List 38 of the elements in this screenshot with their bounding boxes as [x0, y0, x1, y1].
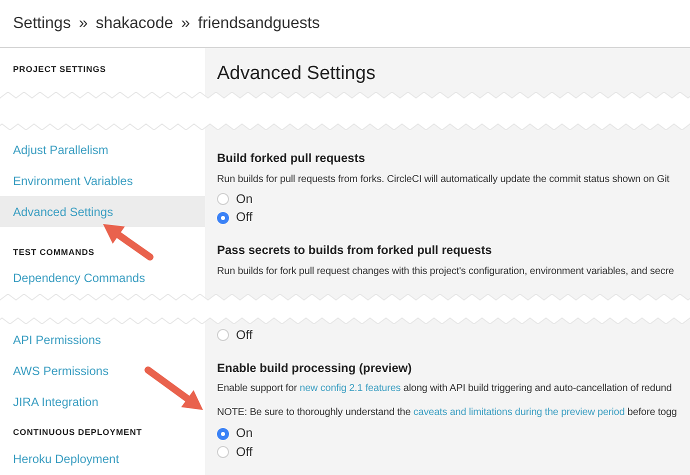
- radio-button[interactable]: [217, 329, 229, 342]
- option-label: On: [236, 190, 253, 208]
- breadcrumb-link[interactable]: shakacode: [96, 12, 174, 36]
- sidebar-item[interactable]: Dependency Commands: [0, 262, 205, 293]
- sidebar-item[interactable]: Advanced Settings: [0, 196, 205, 227]
- setting-title: Enable build processing (preview): [217, 360, 413, 376]
- radio-button[interactable]: [217, 446, 229, 458]
- sidebar-item[interactable]: Heroku Deployment: [0, 443, 205, 474]
- page-title: Advanced Settings: [217, 62, 376, 86]
- annotation-arrow: [103, 224, 154, 260]
- sidebar-item[interactable]: Environment Variables: [0, 165, 205, 196]
- option-label: Off: [236, 209, 252, 226]
- breadcrumb-separator: »: [78, 14, 88, 34]
- option-label: On: [236, 425, 253, 442]
- breadcrumb-separator: »: [181, 14, 190, 34]
- option-label: Off: [236, 326, 252, 344]
- setting-title: Build forked pull requests: [217, 150, 366, 167]
- sidebar-heading: TEST COMMANDS: [12, 246, 96, 259]
- setting-description: Enable support for new config 2.1 features along with API build triggering and auto-cancellation of redund: [217, 382, 673, 396]
- breadcrumb-link[interactable]: Settings: [13, 12, 71, 36]
- sidebar-heading: PROJECT SETTINGS: [12, 62, 108, 76]
- setting-description: Run builds for pull requests from forks. CircleCI will automatically update the commit status shown on Git: [217, 172, 670, 186]
- sidebar-item[interactable]: API Permissions: [0, 324, 205, 355]
- option-label: Off: [236, 444, 252, 461]
- sidebar-item[interactable]: Adjust Parallelism: [0, 134, 205, 165]
- radio-button[interactable]: [217, 193, 229, 206]
- sidebar-heading: CONTINUOUS DEPLOYMENT: [12, 426, 144, 439]
- radio-button[interactable]: [217, 428, 229, 440]
- inline-link[interactable]: new config 2.1 features: [300, 383, 401, 394]
- setting-title: Pass secrets to builds from forked pull requests: [217, 242, 493, 259]
- sidebar-item[interactable]: JIRA Integration: [0, 386, 205, 417]
- sidebar-item[interactable]: AWS Permissions: [0, 355, 205, 386]
- setting-description: Run builds for fork pull request changes with this project's configuration, environment variables, and secre: [217, 264, 675, 278]
- annotation-arrow: [144, 366, 203, 410]
- setting-description: NOTE: Be sure to thoroughly understand the caveats and limitations during the preview period before togg: [217, 406, 678, 420]
- radio-button[interactable]: [217, 212, 229, 224]
- inline-link[interactable]: caveats and limitations during the preview period: [413, 407, 625, 418]
- breadcrumb-link[interactable]: friendsandguests: [198, 12, 320, 36]
